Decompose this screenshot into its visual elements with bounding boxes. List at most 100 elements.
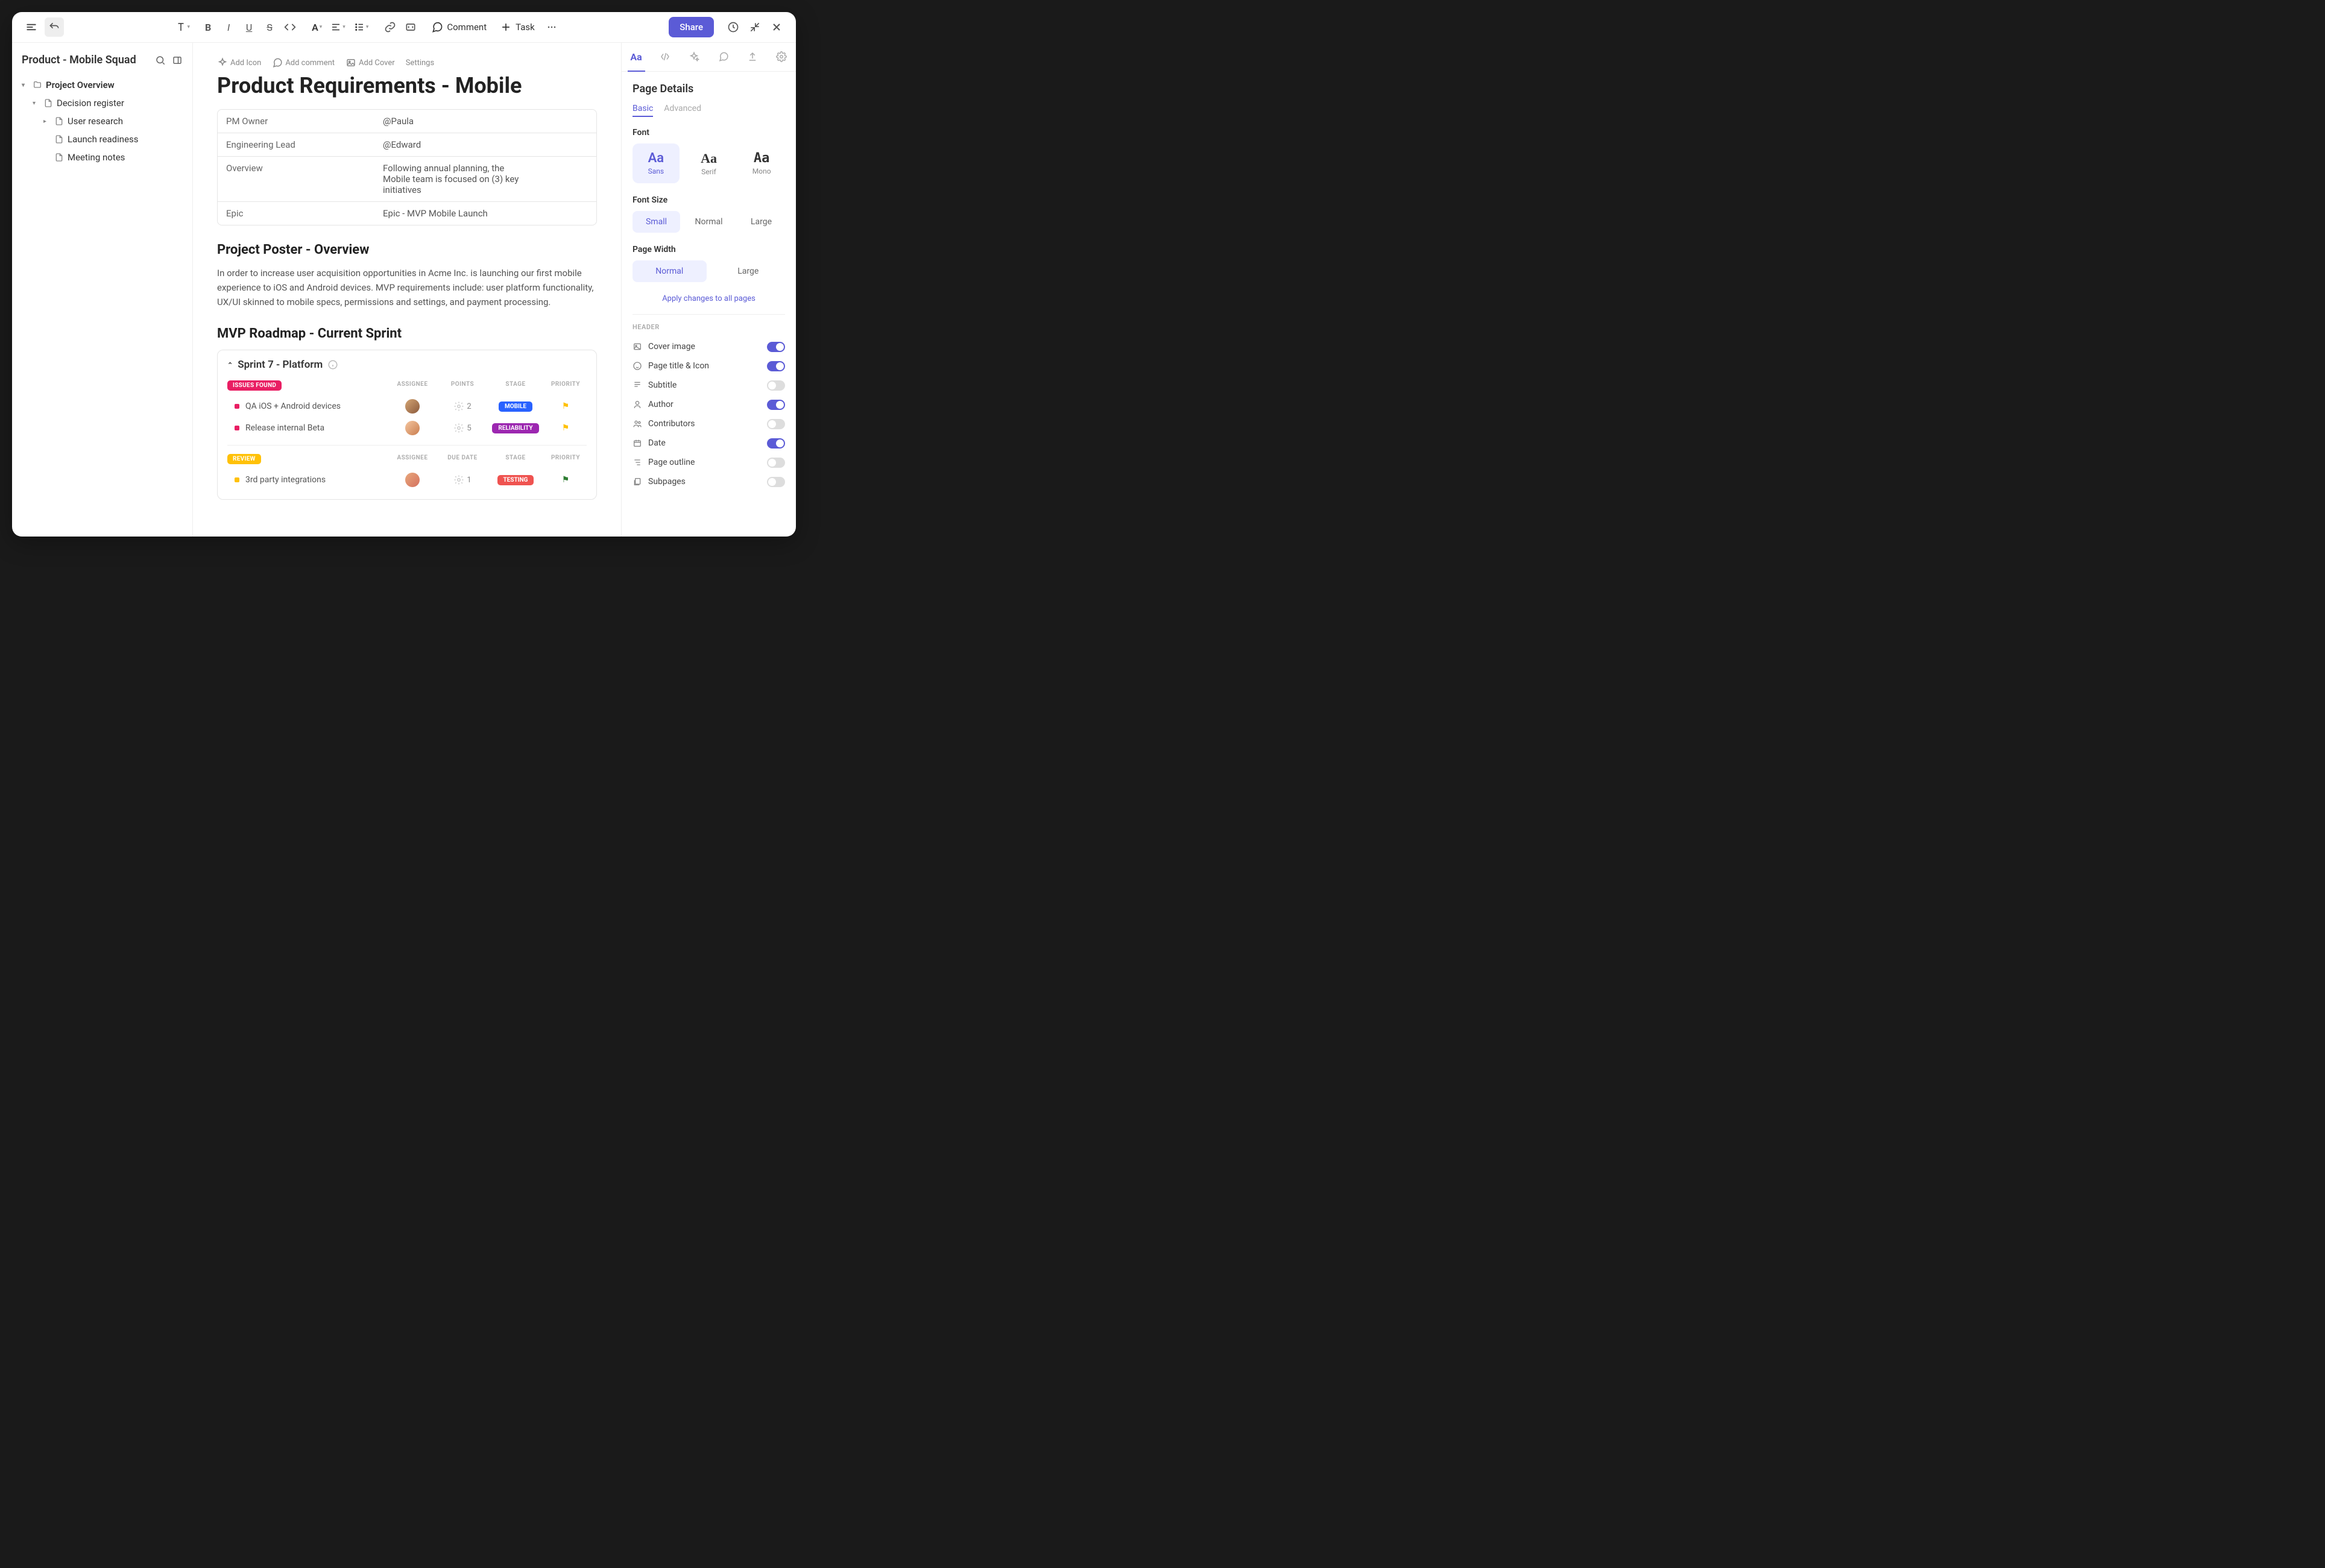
size-normal[interactable]: Normal	[685, 211, 733, 233]
close-button[interactable]	[767, 17, 786, 37]
toggle-switch[interactable]	[767, 400, 785, 410]
italic-button[interactable]: I	[219, 17, 238, 37]
tab-relations[interactable]	[651, 43, 680, 71]
history-button[interactable]	[724, 17, 743, 37]
width-large[interactable]: Large	[711, 260, 786, 282]
hamburger-icon	[25, 21, 37, 33]
priority-flag[interactable]: ⚑	[544, 475, 587, 485]
info-icon	[327, 359, 338, 370]
chevron-down-icon: ▾	[342, 24, 345, 30]
menu-button[interactable]	[22, 17, 41, 37]
bold-button[interactable]: B	[198, 17, 218, 37]
apply-all-link[interactable]: Apply changes to all pages	[633, 294, 785, 303]
roadmap-card: ⌃ Sprint 7 - Platform ISSUES FOUND ASSIG…	[217, 350, 597, 500]
size-large[interactable]: Large	[737, 211, 785, 233]
collapse-button[interactable]	[745, 17, 765, 37]
code-button[interactable]	[280, 17, 300, 37]
tab-settings[interactable]	[767, 43, 796, 71]
search-icon[interactable]	[155, 55, 166, 66]
page-details-panel: Aa Page Details	[621, 43, 796, 537]
settings-action[interactable]: Settings	[406, 57, 434, 68]
task-row[interactable]: Release internal Beta 5 RELIABILITY ⚑	[227, 417, 587, 439]
tab-export[interactable]	[738, 43, 767, 71]
more-button[interactable]	[542, 17, 561, 37]
comment-button[interactable]: Comment	[425, 17, 493, 37]
font-mono-option[interactable]: Aa Mono	[738, 143, 785, 183]
toggle-switch[interactable]	[767, 477, 785, 487]
avatar[interactable]	[405, 473, 420, 487]
task-button[interactable]: Task	[494, 17, 541, 37]
align-dropdown[interactable]: ▾	[327, 19, 349, 35]
status-pill-issues[interactable]: ISSUES FOUND	[227, 380, 282, 391]
embed-button[interactable]	[401, 17, 420, 37]
width-normal[interactable]: Normal	[633, 260, 707, 282]
document-icon	[54, 153, 64, 162]
plus-icon	[500, 21, 512, 33]
task-row[interactable]: QA iOS + Android devices 2 MOBILE ⚑	[227, 395, 587, 417]
tree-item-launch[interactable]: Launch readiness	[41, 130, 185, 148]
status-pill-review[interactable]: REVIEW	[227, 454, 261, 464]
text-color-dropdown[interactable]: A▾	[308, 19, 326, 36]
info-row[interactable]: Engineering Lead @Edward	[218, 133, 596, 157]
add-icon-action[interactable]: Add Icon	[217, 57, 261, 68]
col-stage: STAGE	[491, 455, 540, 461]
toggle-switch[interactable]	[767, 342, 785, 352]
task-row[interactable]: 3rd party integrations 1 TESTING ⚑	[227, 469, 587, 491]
toggle-switch[interactable]	[767, 438, 785, 449]
info-label: Overview	[218, 157, 374, 201]
avatar[interactable]	[405, 421, 420, 435]
font-sans-option[interactable]: Aa Sans	[633, 143, 680, 183]
add-cover-action[interactable]: Add Cover	[345, 57, 395, 68]
avatar[interactable]	[405, 399, 420, 414]
sidebar: Product - Mobile Squad ▾ Project Overvie…	[12, 43, 193, 537]
panel-toggle-icon[interactable]	[172, 55, 183, 66]
priority-flag[interactable]: ⚑	[544, 401, 587, 411]
share-button[interactable]: Share	[669, 17, 714, 37]
tab-comments[interactable]	[709, 43, 738, 71]
page-title[interactable]: Product Requirements - Mobile	[217, 73, 597, 98]
poster-body[interactable]: In order to increase user acquisition op…	[217, 266, 597, 309]
list-dropdown[interactable]: ▾	[350, 19, 373, 35]
roadmap-heading[interactable]: MVP Roadmap - Current Sprint	[217, 326, 597, 341]
strikethrough-button[interactable]: S	[260, 17, 279, 37]
undo-button[interactable]	[45, 17, 64, 37]
toggle-switch[interactable]	[767, 458, 785, 468]
tree-root[interactable]: ▾ Project Overview	[19, 76, 185, 94]
document-content: Add Icon Add comment Add Cover Settings …	[193, 43, 621, 537]
text-style-dropdown[interactable]: ▾	[172, 19, 194, 35]
sprint-title: Sprint 7 - Platform	[238, 359, 323, 371]
bullet-icon	[235, 426, 239, 430]
sprint-header[interactable]: ⌃ Sprint 7 - Platform	[227, 359, 587, 371]
info-row[interactable]: Epic Epic - MVP Mobile Launch	[218, 202, 596, 225]
poster-heading[interactable]: Project Poster - Overview	[217, 242, 597, 257]
tree-item-decision[interactable]: ▾ Decision register	[30, 94, 185, 112]
add-comment-action[interactable]: Add comment	[272, 57, 335, 68]
info-row[interactable]: Overview Following annual planning, the …	[218, 157, 596, 202]
tree-item-meeting[interactable]: Meeting notes	[41, 148, 185, 166]
stage-pill[interactable]: RELIABILITY	[492, 423, 538, 433]
toggle-switch[interactable]	[767, 380, 785, 391]
comment-icon	[431, 21, 443, 33]
gear-icon	[453, 401, 464, 412]
stage-pill[interactable]: MOBILE	[499, 401, 532, 412]
tab-typography[interactable]: Aa	[622, 43, 651, 71]
info-value: @Edward	[374, 133, 596, 156]
app-window: ▾ B I U S A▾ ▾	[12, 12, 796, 537]
link-button[interactable]	[380, 17, 400, 37]
subtab-basic[interactable]: Basic	[633, 104, 653, 117]
subtab-advanced[interactable]: Advanced	[664, 104, 701, 117]
person-icon	[633, 399, 642, 410]
collapse-icon	[749, 21, 761, 33]
tree-item-research[interactable]: ▸ User research	[41, 112, 185, 130]
font-serif-option[interactable]: Aa Serif	[686, 143, 733, 183]
size-small[interactable]: Small	[633, 211, 680, 233]
stage-pill[interactable]: TESTING	[497, 475, 534, 485]
toggle-switch[interactable]	[767, 361, 785, 371]
underline-button[interactable]: U	[239, 17, 259, 37]
priority-flag[interactable]: ⚑	[544, 423, 587, 433]
col-priority: PRIORITY	[544, 455, 587, 461]
toggle-switch[interactable]	[767, 419, 785, 429]
info-row[interactable]: PM Owner @Paula	[218, 110, 596, 133]
tree-item-label: Launch readiness	[68, 134, 139, 145]
tab-ai[interactable]	[680, 43, 708, 71]
